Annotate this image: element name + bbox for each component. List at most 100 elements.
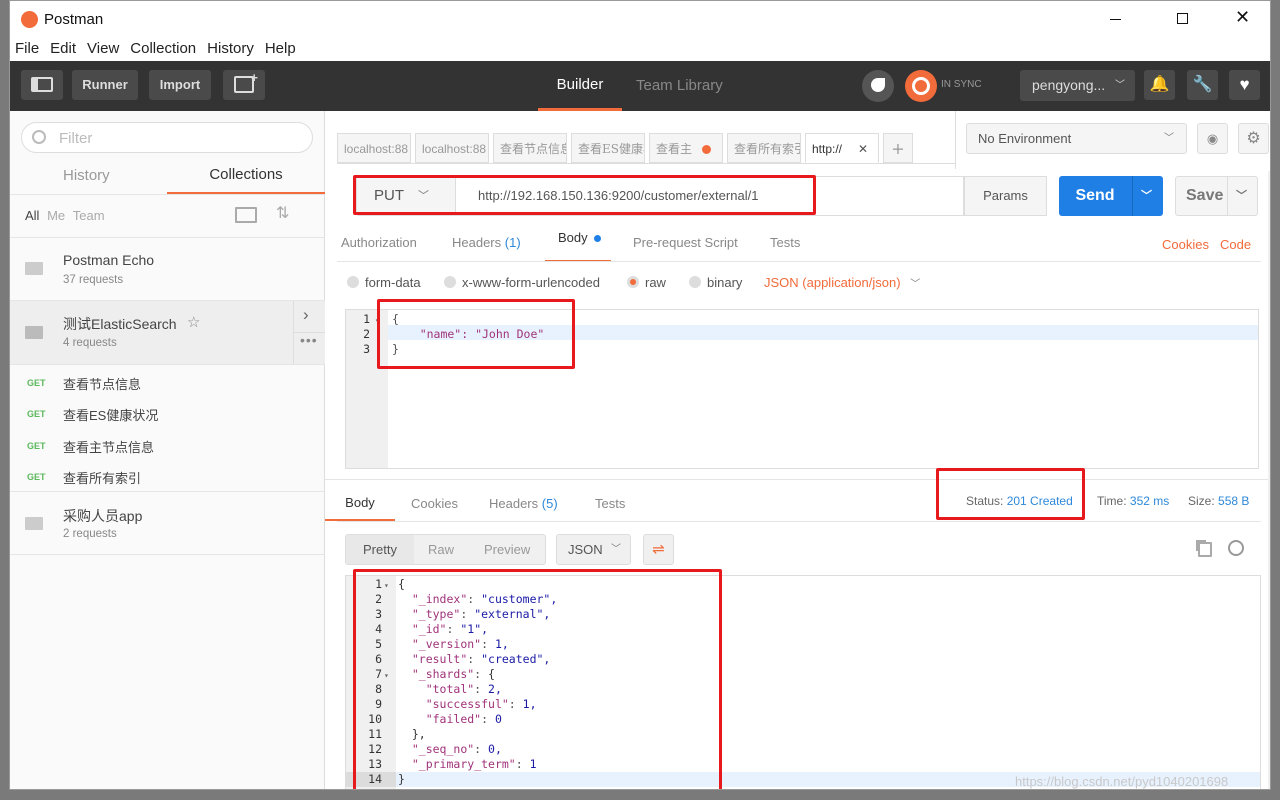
request-item[interactable]: GET 查看主节点信息 [10, 432, 325, 462]
settings-button[interactable]: 🔧 [1187, 70, 1218, 100]
radio-binary[interactable]: binary [689, 275, 742, 290]
postman-window: Postman ✕ File Edit View Collection History H… [9, 0, 1271, 790]
search-icon[interactable] [1228, 540, 1244, 556]
interceptor-button[interactable] [862, 70, 894, 102]
filter-input[interactable]: Filter [21, 122, 313, 153]
request-item[interactable]: GET 查看所有索引 [10, 463, 325, 493]
code-link[interactable]: Code [1220, 237, 1251, 252]
tab-collections[interactable]: Collections [167, 159, 325, 194]
notifications-button[interactable]: 🔔 [1144, 70, 1175, 100]
new-tab-button[interactable]: + [883, 133, 913, 163]
environment-view-button[interactable]: ◉ [1197, 123, 1228, 154]
tab-prerequest-script[interactable]: Pre-request Script [633, 235, 738, 250]
save-button[interactable]: Save ﹀ [1175, 176, 1258, 216]
tab-tests[interactable]: Tests [770, 235, 800, 250]
radio-form-data[interactable]: form-data [347, 275, 421, 290]
user-dropdown[interactable]: pengyong... ﹀ [1020, 70, 1135, 101]
menu-history[interactable]: History [207, 40, 254, 57]
folder-icon [25, 326, 43, 339]
chevron-down-icon[interactable]: ﹀ [1236, 177, 1247, 215]
request-tab[interactable]: 查看所有索引 [727, 133, 801, 163]
radio-urlencoded[interactable]: x-www-form-urlencoded [444, 275, 600, 290]
editor-line: 3} [363, 342, 399, 356]
sync-icon[interactable] [905, 70, 937, 102]
more-icon[interactable]: ••• [300, 332, 318, 348]
tab-team-library[interactable]: Team Library [636, 77, 723, 94]
format-select[interactable]: JSON ﹀ [556, 534, 631, 565]
request-name: 查看ES健康状况 [63, 408, 159, 423]
send-label: Send [1075, 187, 1115, 204]
collection-item[interactable]: 测试ElasticSearch ☆ 4 requests › ••• [10, 301, 326, 364]
response-body-highlight [353, 569, 722, 789]
wrap-lines-button[interactable]: ⇌ [643, 534, 674, 565]
tab-history[interactable]: History [63, 167, 110, 184]
minimize-button[interactable] [1110, 19, 1121, 20]
radio-icon [444, 276, 456, 288]
request-tab[interactable]: 查看ES健康状 [571, 133, 645, 163]
wrench-icon: 🔧 [1192, 76, 1213, 93]
chevron-down-icon: ﹀ [910, 279, 921, 290]
cookies-link[interactable]: Cookies [1162, 237, 1209, 252]
response-tab-tests[interactable]: Tests [595, 496, 625, 511]
copy-icon[interactable] [1198, 542, 1212, 557]
request-tab[interactable]: 查看节点信息 [493, 133, 567, 163]
environment-settings-button[interactable]: ⚙ [1238, 123, 1269, 154]
content-type-select[interactable]: JSON (application/json) ﹀ [764, 275, 920, 290]
params-button[interactable]: Params [964, 176, 1047, 216]
menu-edit[interactable]: Edit [50, 40, 76, 57]
new-folder-icon[interactable] [235, 207, 257, 223]
request-tab[interactable]: 查看主 [649, 133, 723, 163]
format-label: JSON [568, 542, 603, 557]
collection-item[interactable]: 采购人员app 2 requests [10, 492, 325, 554]
response-tab-cookies[interactable]: Cookies [411, 496, 458, 511]
collection-count: 2 requests [63, 528, 117, 540]
sidebar-toggle-button[interactable] [21, 70, 63, 100]
view-raw[interactable]: Raw [428, 535, 454, 564]
request-tab[interactable]: localhost:88 [415, 133, 489, 163]
environment-select[interactable]: No Environment ﹀ [966, 123, 1187, 154]
view-preview[interactable]: Preview [484, 535, 530, 564]
close-tab-icon[interactable]: ✕ [858, 134, 868, 162]
chevron-down-icon[interactable]: ﹀ [1141, 176, 1152, 216]
request-tab-active[interactable]: http:// ✕ [805, 133, 879, 163]
new-window-button[interactable]: + [223, 70, 265, 100]
runner-button[interactable]: Runner [72, 70, 138, 100]
heart-icon: ♥ [1239, 75, 1250, 94]
send-button[interactable]: Send ﹀ [1059, 176, 1163, 216]
filter-all[interactable]: All [25, 208, 39, 223]
response-tab-body[interactable]: Body [325, 483, 395, 521]
request-item[interactable]: GET 查看ES健康状况 [10, 400, 325, 430]
environment-label: No Environment [978, 131, 1072, 146]
method-badge: GET [27, 378, 46, 388]
filter-team[interactable]: Team [73, 208, 105, 223]
response-tab-headers[interactable]: Headers (5) [489, 496, 558, 511]
import-button[interactable]: Import [149, 70, 211, 100]
radio-raw[interactable]: raw [627, 275, 666, 290]
menu-collection[interactable]: Collection [130, 40, 196, 57]
request-tab[interactable]: localhost:88 [337, 133, 411, 163]
collection-item[interactable]: Postman Echo 37 requests [10, 238, 325, 300]
tab-authorization[interactable]: Authorization [341, 235, 417, 250]
menu-file[interactable]: File [15, 40, 39, 57]
folder-icon [25, 517, 43, 530]
tab-body[interactable]: Body [545, 224, 611, 262]
collection-name: Postman Echo [63, 252, 155, 268]
heart-button[interactable]: ♥ [1229, 70, 1260, 100]
menu-help[interactable]: Help [265, 40, 296, 57]
menu-view[interactable]: View [87, 40, 119, 57]
view-pretty[interactable]: Pretty [346, 535, 414, 564]
sort-icon[interactable]: ⇅ [276, 203, 289, 223]
filter-me[interactable]: Me [47, 208, 65, 223]
collection-count: 4 requests [63, 337, 117, 349]
star-icon[interactable]: ☆ [187, 313, 200, 331]
method-badge: GET [27, 441, 46, 451]
eye-icon: ◉ [1206, 131, 1219, 146]
tab-builder[interactable]: Builder [538, 61, 622, 111]
tab-headers[interactable]: Headers (1) [452, 235, 521, 250]
request-name: 查看节点信息 [63, 377, 142, 392]
chevron-right-icon[interactable]: › [303, 305, 309, 325]
close-icon[interactable]: ✕ [1235, 7, 1250, 28]
radio-label: form-data [365, 275, 421, 290]
request-item[interactable]: GET 查看节点信息 [10, 369, 325, 399]
maximize-button[interactable] [1177, 13, 1188, 24]
